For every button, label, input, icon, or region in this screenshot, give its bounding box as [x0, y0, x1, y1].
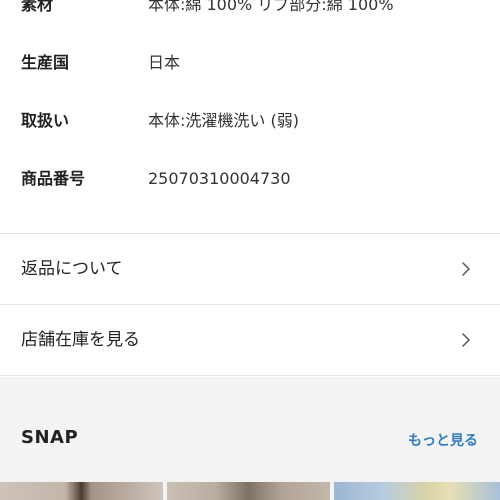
spec-value: 日本	[148, 53, 181, 72]
chevron-right-icon	[462, 262, 470, 276]
spec-row-material: 素材 本体:綿 100% リブ部分:綿 100%	[0, 0, 500, 20]
snap-thumbnail[interactable]	[334, 482, 500, 500]
spec-label: 取扱い	[21, 111, 70, 130]
spec-value: 本体:綿 100% リブ部分:綿 100%	[148, 0, 394, 14]
returns-link-label: 返品について	[21, 259, 123, 279]
snap-section: SNAP もっと見る	[0, 377, 500, 500]
store-stock-link-label: 店舗在庫を見る	[21, 330, 140, 350]
snap-thumbnail[interactable]	[0, 482, 163, 500]
snap-title: SNAP	[21, 427, 79, 448]
divider	[0, 375, 500, 376]
spec-row-product-number: 商品番号 25070310004730	[0, 164, 500, 194]
snap-more-link[interactable]: もっと見る	[408, 430, 478, 450]
spec-row-country: 生産国 日本	[0, 48, 500, 78]
snap-thumbnail[interactable]	[167, 482, 330, 500]
spec-row-care: 取扱い 本体:洗濯機洗い (弱)	[0, 106, 500, 136]
returns-link-row[interactable]: 返品について	[0, 234, 500, 304]
store-stock-link-row[interactable]: 店舗在庫を見る	[0, 305, 500, 375]
product-detail-page: 素材 本体:綿 100% リブ部分:綿 100% 生産国 日本 取扱い 本体:洗…	[0, 0, 500, 500]
spec-label: 生産国	[21, 53, 70, 72]
spec-label: 素材	[21, 0, 54, 14]
spec-label: 商品番号	[21, 169, 86, 188]
spec-value: 25070310004730	[148, 169, 291, 188]
spec-value: 本体:洗濯機洗い (弱)	[148, 111, 299, 130]
chevron-right-icon	[462, 333, 470, 347]
